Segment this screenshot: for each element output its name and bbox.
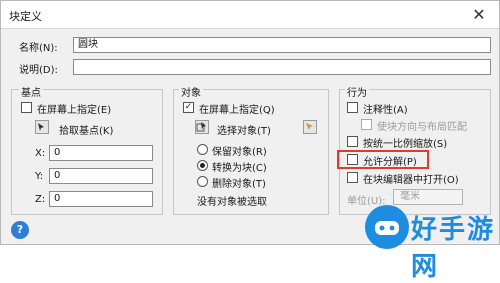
watermark-logo-icon	[365, 205, 409, 249]
y-label: Y:	[35, 171, 44, 182]
close-icon[interactable]: ✕	[465, 4, 493, 26]
description-label: 说明(D):	[19, 65, 58, 76]
scale-uniformly-label: 按统一比例缩放(S)	[363, 139, 448, 150]
objects-specify-checkbox[interactable]: ✓	[183, 102, 194, 113]
pick-point-icon[interactable]	[35, 120, 49, 134]
x-label: X:	[35, 148, 46, 159]
block-definition-dialog: 块定义 ✕ 名称(N): 圆块 说明(D): 基点 在屏幕上指定(E) 拾取基点…	[0, 0, 500, 282]
retain-objects-label: 保留对象(R)	[212, 147, 267, 158]
objects-group-title: 对象	[179, 84, 203, 99]
name-label: 名称(N):	[19, 43, 58, 54]
scale-uniformly-checkbox[interactable]	[347, 136, 358, 147]
select-objects-icon[interactable]	[195, 120, 209, 134]
base-point-group-title: 基点	[19, 84, 43, 99]
match-orientation-checkbox[interactable]	[361, 119, 372, 130]
open-in-editor-checkbox[interactable]	[347, 172, 358, 183]
objects-status-text: 没有对象被选取	[197, 197, 267, 208]
convert-to-block-label: 转换为块(C)	[212, 163, 267, 174]
delete-objects-radio[interactable]	[197, 176, 208, 187]
title-bar: 块定义 ✕	[1, 1, 499, 29]
open-in-editor-label: 在块编辑器中打开(O)	[363, 175, 459, 186]
y-field[interactable]: 0	[49, 168, 153, 184]
help-button[interactable]: ?	[11, 221, 29, 239]
allow-exploding-checkbox[interactable]	[347, 154, 358, 165]
allow-exploding-label: 允许分解(P)	[363, 157, 417, 168]
base-point-specify-checkbox[interactable]	[21, 102, 32, 113]
quick-select-icon[interactable]	[303, 120, 317, 134]
z-field[interactable]: 0	[49, 191, 153, 207]
name-field[interactable]: 圆块	[73, 37, 491, 53]
delete-objects-label: 删除对象(T)	[212, 179, 266, 190]
annotative-label: 注释性(A)	[363, 105, 408, 116]
z-label: Z:	[35, 194, 46, 205]
retain-objects-radio[interactable]	[197, 144, 208, 155]
behavior-group-title: 行为	[345, 84, 369, 99]
watermark-text: 好手游网	[411, 215, 496, 282]
objects-specify-label: 在屏幕上指定(Q)	[199, 105, 275, 116]
convert-to-block-radio[interactable]	[197, 160, 208, 171]
x-field[interactable]: 0	[49, 145, 153, 161]
annotative-checkbox[interactable]	[347, 102, 358, 113]
match-orientation-label: 使块方向与布局匹配	[377, 122, 467, 133]
radio-selected-dot	[200, 163, 205, 168]
select-objects-button[interactable]: 选择对象(T)	[217, 122, 271, 137]
window-title: 块定义	[9, 10, 42, 23]
description-field[interactable]	[73, 59, 491, 75]
units-select[interactable]: 毫米	[393, 189, 463, 205]
pick-point-button[interactable]: 拾取基点(K)	[59, 122, 113, 137]
base-point-specify-label: 在屏幕上指定(E)	[37, 105, 112, 116]
